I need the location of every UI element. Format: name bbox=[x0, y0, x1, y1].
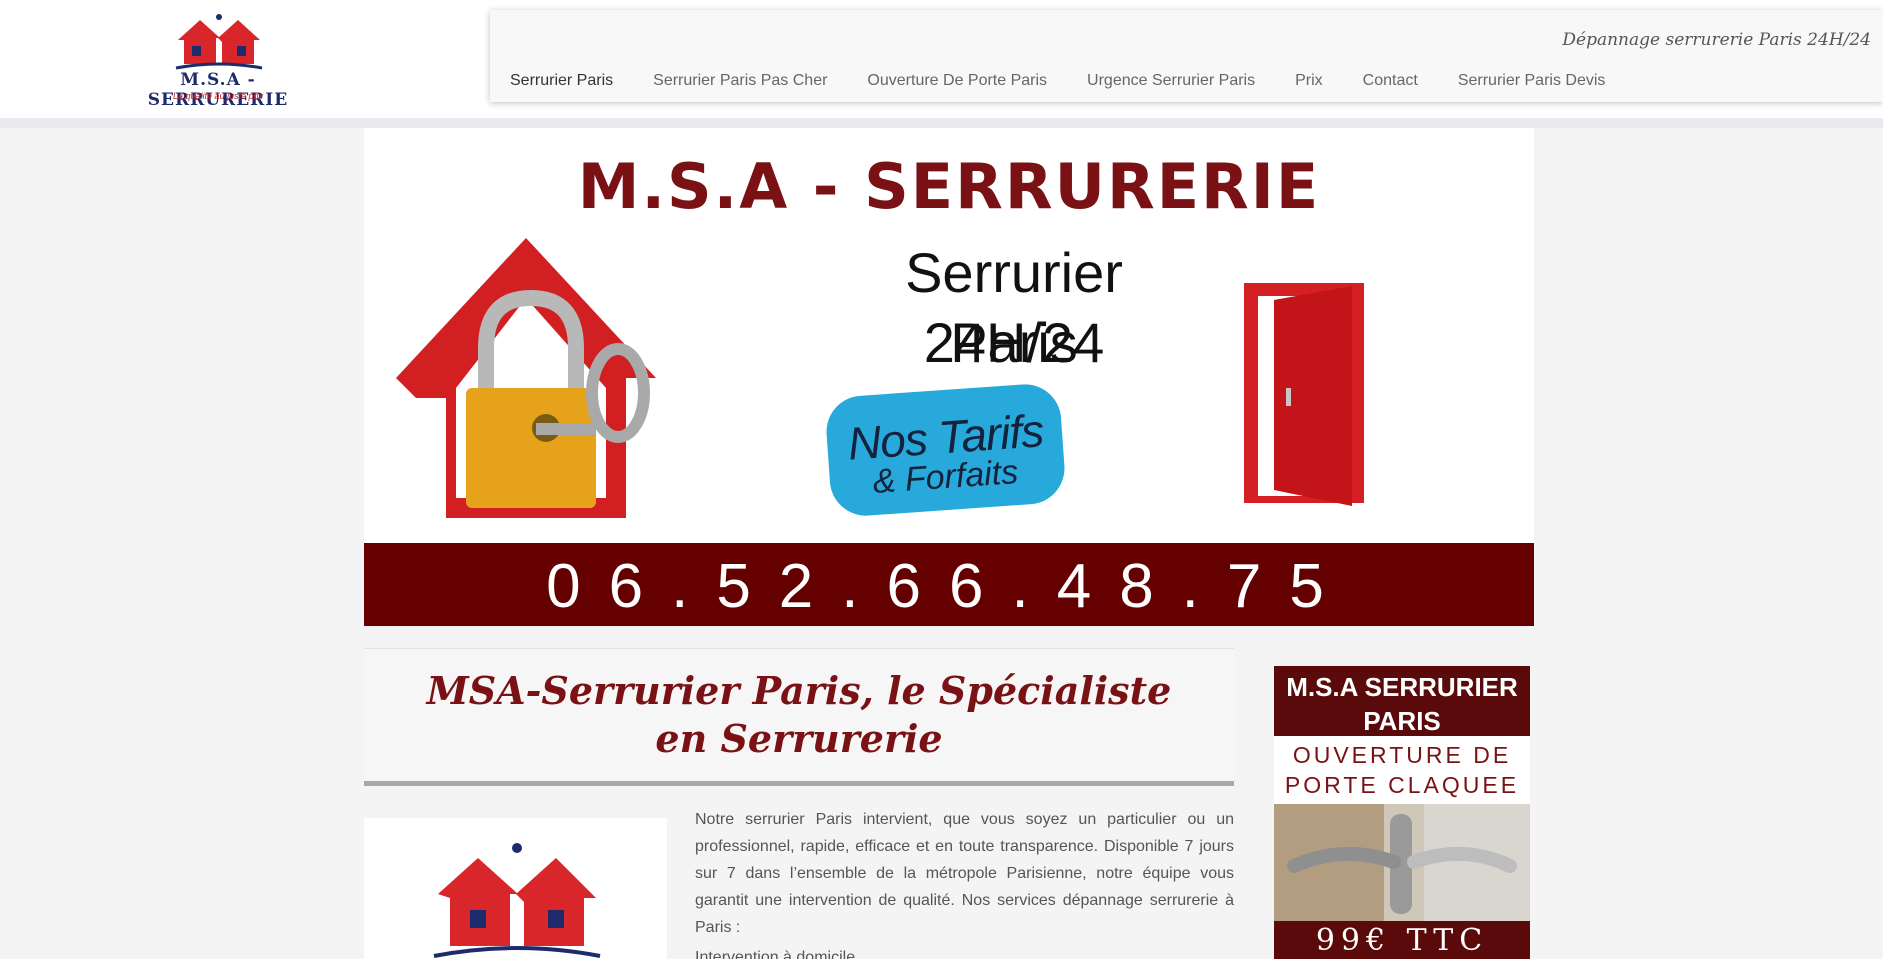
navigation-bar: Dépannage serrurerie Paris 24H/24 Serrur… bbox=[490, 10, 1883, 102]
ad-title: M.S.A SERRURIER PARIS bbox=[1286, 672, 1518, 736]
phone-bar: 06.52.66.48.75 bbox=[364, 543, 1534, 626]
house-padlock-icon bbox=[396, 238, 656, 518]
site-logo[interactable]: M.S.A - SERRURERIE La qualité au juste p… bbox=[108, 12, 328, 110]
house-logo-icon bbox=[175, 14, 263, 70]
banner-headline-line2: 24H/24 bbox=[923, 311, 1105, 374]
content-heading-box: MSA-Serrurier Paris, le Spécialiste en S… bbox=[364, 648, 1234, 786]
nav-item-contact[interactable]: Contact bbox=[1343, 72, 1438, 90]
intro-paragraph: Notre serrurier Paris intervient, que vo… bbox=[695, 811, 1234, 936]
logo-subtitle: La qualité au juste prix bbox=[172, 91, 264, 101]
nav-item-urgence-serrurier-paris[interactable]: Urgence Serrurier Paris bbox=[1067, 72, 1275, 90]
site-header: M.S.A - SERRURERIE La qualité au juste p… bbox=[0, 0, 1883, 120]
page-title: MSA-Serrurier Paris, le Spécialiste en S… bbox=[426, 668, 1172, 761]
header-divider bbox=[0, 118, 1883, 128]
house-logo-icon bbox=[433, 843, 601, 958]
list-item: Intervention à domicile bbox=[695, 949, 856, 959]
door-handle-photo bbox=[1274, 804, 1530, 924]
logo-title: M.S.A - SERRURERIE bbox=[147, 70, 289, 110]
content-logo-image bbox=[364, 818, 667, 959]
nav-item-serrurier-paris-pas-cher[interactable]: Serrurier Paris Pas Cher bbox=[633, 72, 847, 90]
nav-item-prix[interactable]: Prix bbox=[1275, 72, 1343, 90]
ad-price: 99€ TTC bbox=[1315, 923, 1489, 958]
ad-header: M.S.A SERRURIER PARIS bbox=[1274, 666, 1530, 736]
sidebar-ad[interactable]: M.S.A SERRURIER PARIS OUVERTURE DE PORTE… bbox=[1274, 666, 1530, 959]
hero-banner: M.S.A - SERRURERIE Serrurier Paris 24H/2… bbox=[364, 128, 1534, 626]
door-handle-icon bbox=[1274, 804, 1530, 924]
open-door-icon bbox=[1244, 283, 1364, 506]
ad-subtitle: OUVERTURE DE PORTE CLAQUEE bbox=[1274, 740, 1530, 800]
tarifs-badge[interactable]: Nos Tarifs & Forfaits bbox=[824, 381, 1067, 519]
nav-item-ouverture-de-porte-paris[interactable]: Ouverture De Porte Paris bbox=[847, 72, 1067, 90]
main-nav: Serrurier Paris Serrurier Paris Pas Cher… bbox=[490, 72, 1625, 90]
ad-subtitle-line1: OUVERTURE DE bbox=[1292, 742, 1512, 768]
ad-price-bar: 99€ TTC bbox=[1274, 921, 1530, 959]
nav-item-serrurier-paris[interactable]: Serrurier Paris bbox=[490, 72, 633, 90]
banner-brand: M.S.A - SERRURERIE bbox=[577, 150, 1321, 223]
ad-subtitle-line2: PORTE CLAQUEE bbox=[1284, 772, 1520, 798]
site-tagline: Dépannage serrurerie Paris 24H/24 bbox=[1562, 30, 1871, 50]
nav-item-serrurier-paris-devis[interactable]: Serrurier Paris Devis bbox=[1438, 72, 1626, 90]
phone-number[interactable]: 06.52.66.48.75 bbox=[364, 551, 1534, 622]
